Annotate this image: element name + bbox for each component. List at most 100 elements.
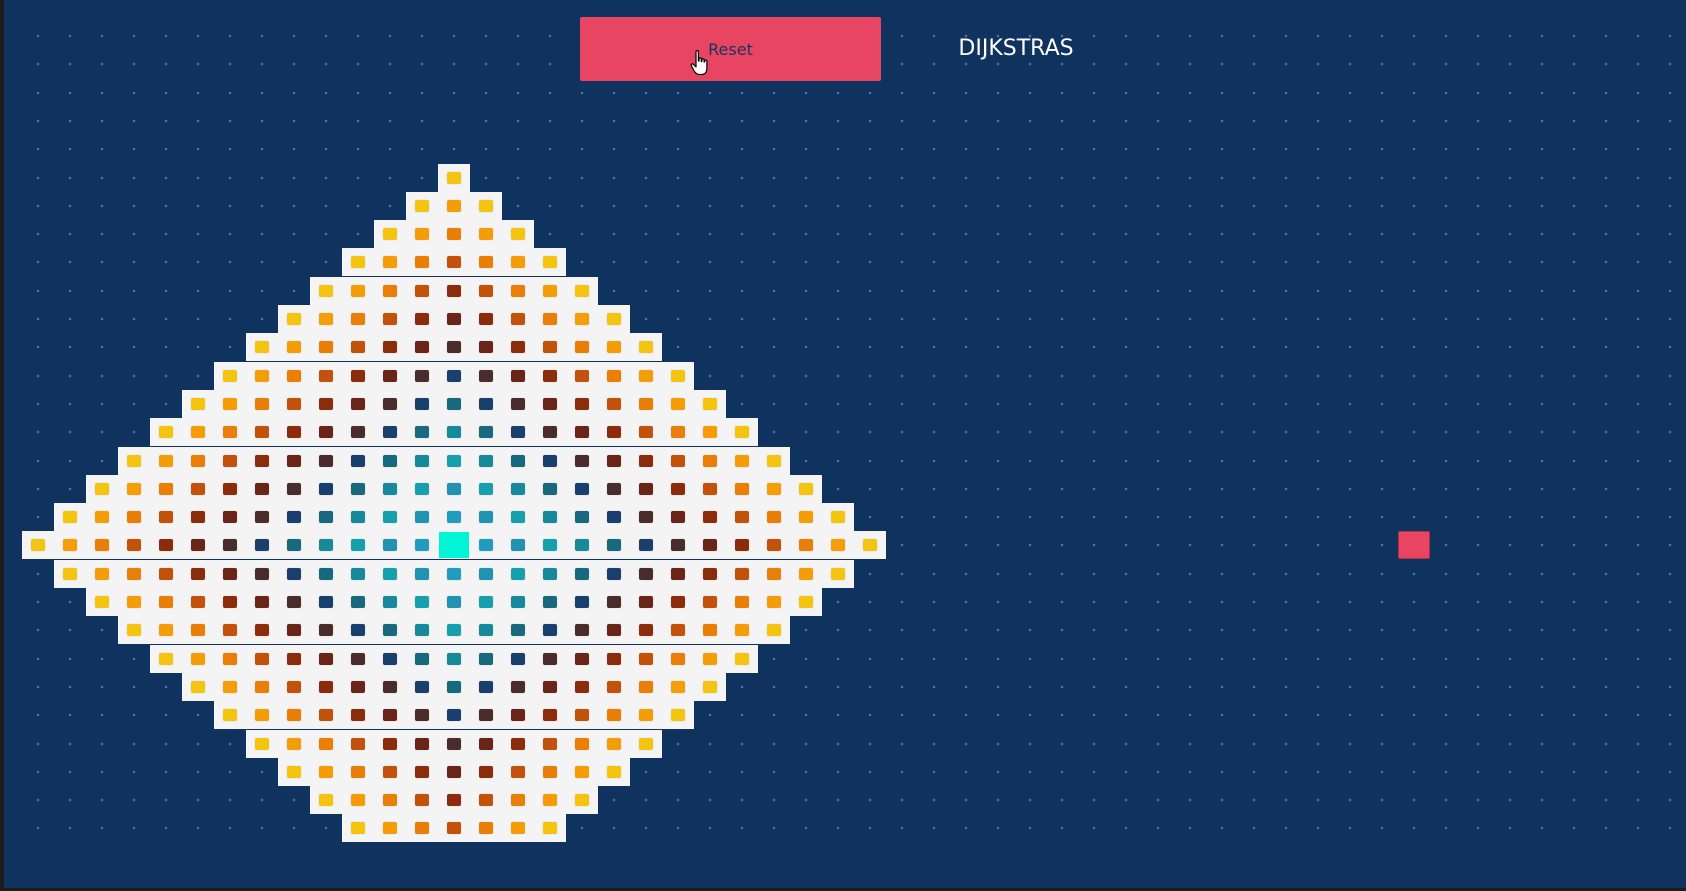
- grid-cell[interactable]: [1622, 163, 1654, 192]
- grid-cell[interactable]: [54, 106, 86, 135]
- grid-cell[interactable]: [310, 220, 342, 249]
- visited-node[interactable]: [86, 559, 118, 588]
- grid-cell[interactable]: [1494, 191, 1526, 220]
- grid-cell[interactable]: [1142, 729, 1174, 758]
- grid-cell[interactable]: [1462, 78, 1494, 107]
- visited-node[interactable]: [438, 672, 470, 701]
- grid-cell[interactable]: [758, 276, 790, 305]
- grid-cell[interactable]: [1398, 78, 1430, 107]
- visited-node[interactable]: [438, 474, 470, 503]
- grid-cell[interactable]: [1206, 333, 1238, 362]
- grid-cell[interactable]: [1622, 191, 1654, 220]
- grid-cell[interactable]: [1206, 701, 1238, 730]
- grid-cell[interactable]: [822, 135, 854, 164]
- grid-cell[interactable]: [950, 191, 982, 220]
- grid-cell[interactable]: [1078, 616, 1110, 645]
- visited-node[interactable]: [182, 418, 214, 447]
- grid-cell[interactable]: [1558, 106, 1590, 135]
- visited-node[interactable]: [342, 588, 374, 616]
- grid-cell[interactable]: [1366, 701, 1398, 730]
- visited-node[interactable]: [470, 814, 502, 843]
- grid-cell[interactable]: [214, 50, 246, 79]
- grid-cell[interactable]: [854, 559, 886, 588]
- grid-cell[interactable]: [1334, 22, 1366, 50]
- grid-cell[interactable]: [918, 644, 950, 673]
- grid-cell[interactable]: [662, 814, 694, 843]
- grid-cell[interactable]: [886, 446, 918, 475]
- grid-cell[interactable]: [1110, 729, 1142, 758]
- grid-cell[interactable]: [1206, 163, 1238, 192]
- grid-cell[interactable]: [1334, 588, 1366, 616]
- grid-cell[interactable]: [566, 220, 598, 249]
- grid-cell[interactable]: [1654, 644, 1686, 673]
- grid-cell[interactable]: [726, 191, 758, 220]
- grid-cell[interactable]: [1654, 446, 1686, 475]
- visited-node[interactable]: [694, 616, 726, 645]
- grid-cell[interactable]: [1270, 644, 1302, 673]
- grid-cell[interactable]: [1494, 22, 1526, 50]
- grid-cell[interactable]: [1462, 672, 1494, 701]
- visited-node[interactable]: [278, 616, 310, 645]
- grid-cell[interactable]: [1590, 305, 1622, 333]
- visited-node[interactable]: [246, 361, 278, 390]
- grid-cell[interactable]: [86, 248, 118, 277]
- visited-node[interactable]: [246, 474, 278, 503]
- grid-cell[interactable]: [470, 163, 502, 192]
- visited-node[interactable]: [374, 588, 406, 616]
- visited-node[interactable]: [182, 588, 214, 616]
- grid-cell[interactable]: [374, 50, 406, 79]
- grid-cell[interactable]: [54, 644, 86, 673]
- grid-cell[interactable]: [1590, 616, 1622, 645]
- grid-cell[interactable]: [1622, 729, 1654, 758]
- visited-node[interactable]: [598, 757, 630, 786]
- grid-cell[interactable]: [1590, 78, 1622, 107]
- grid-cell[interactable]: [1334, 305, 1366, 333]
- visited-node[interactable]: [310, 333, 342, 362]
- visited-node[interactable]: [630, 729, 662, 758]
- grid-cell[interactable]: [1270, 559, 1302, 588]
- grid-cell[interactable]: [822, 644, 854, 673]
- visited-node[interactable]: [278, 418, 310, 447]
- grid-cell[interactable]: [182, 701, 214, 730]
- grid-cell[interactable]: [1430, 418, 1462, 447]
- grid-cell[interactable]: [1014, 503, 1046, 532]
- grid-cell[interactable]: [470, 78, 502, 107]
- grid-cell[interactable]: [758, 786, 790, 815]
- grid-cell[interactable]: [662, 333, 694, 362]
- grid-cell[interactable]: [1270, 248, 1302, 277]
- grid-cell[interactable]: [150, 814, 182, 843]
- grid-cell[interactable]: [246, 135, 278, 164]
- visited-node[interactable]: [438, 503, 470, 532]
- grid-cell[interactable]: [182, 757, 214, 786]
- grid-cell[interactable]: [1430, 333, 1462, 362]
- grid-cell[interactable]: [1590, 701, 1622, 730]
- grid-cell[interactable]: [54, 191, 86, 220]
- grid-cell[interactable]: [1206, 503, 1238, 532]
- grid-cell[interactable]: [598, 106, 630, 135]
- visited-node[interactable]: [502, 701, 534, 730]
- visited-node[interactable]: [246, 672, 278, 701]
- grid-cell[interactable]: [822, 672, 854, 701]
- grid-cell[interactable]: [1622, 701, 1654, 730]
- grid-cell[interactable]: [1174, 786, 1206, 815]
- visited-node[interactable]: [246, 503, 278, 532]
- grid-cell[interactable]: [598, 786, 630, 815]
- grid-cell[interactable]: [886, 418, 918, 447]
- grid-cell[interactable]: [1014, 361, 1046, 390]
- grid-cell[interactable]: [1654, 503, 1686, 532]
- grid-cell[interactable]: [1270, 135, 1302, 164]
- grid-cell[interactable]: [246, 757, 278, 786]
- grid-cell[interactable]: [1302, 389, 1334, 418]
- grid-cell[interactable]: [1302, 814, 1334, 843]
- visited-node[interactable]: [278, 474, 310, 503]
- grid-cell[interactable]: [950, 616, 982, 645]
- grid-cell[interactable]: [1238, 729, 1270, 758]
- visited-node[interactable]: [342, 333, 374, 362]
- visited-node[interactable]: [438, 757, 470, 786]
- grid-cell[interactable]: [1494, 106, 1526, 135]
- grid-cell[interactable]: [1206, 446, 1238, 475]
- grid-cell[interactable]: [758, 644, 790, 673]
- grid-cell[interactable]: [502, 22, 534, 50]
- grid-cell[interactable]: [758, 248, 790, 277]
- grid-cell[interactable]: [822, 276, 854, 305]
